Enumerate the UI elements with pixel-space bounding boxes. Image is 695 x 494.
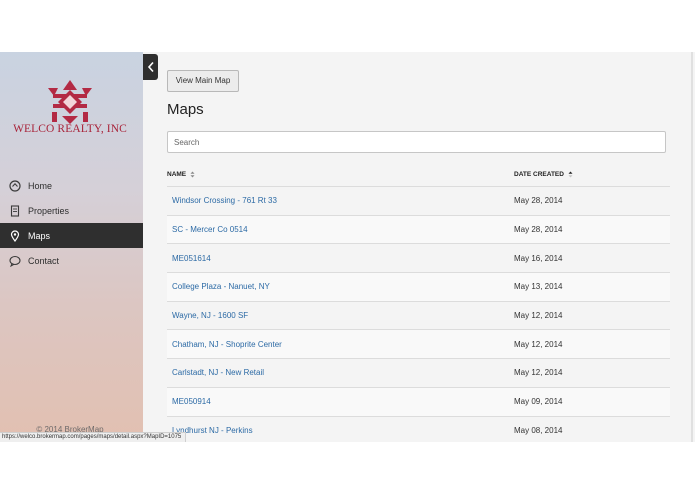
- map-name-link[interactable]: Lyndhurst NJ - Perkins: [167, 426, 514, 435]
- sidebar-item-home[interactable]: Home: [0, 173, 143, 198]
- sidebar-item-label: Home: [28, 180, 53, 191]
- column-header-date[interactable]: DATE CREATED: [514, 171, 573, 178]
- sidebar-item-maps[interactable]: Maps: [0, 223, 143, 248]
- date-created: May 12, 2014: [514, 368, 563, 378]
- table-row[interactable]: Wayne, NJ - 1600 SF May 12, 2014: [167, 301, 670, 331]
- logo-text: WELCO REALTY, INC: [13, 123, 127, 135]
- properties-icon: [9, 204, 21, 217]
- column-header-label: NAME: [167, 171, 187, 178]
- map-name-link[interactable]: SC - Mercer Co 0514: [167, 225, 514, 234]
- date-created: May 28, 2014: [514, 196, 563, 206]
- scrollbar[interactable]: [691, 52, 693, 442]
- map-name-link[interactable]: Wayne, NJ - 1600 SF: [167, 311, 514, 320]
- sidebar-item-label: Contact: [28, 255, 60, 266]
- sidebar: WELCO REALTY, INC Home Properties Maps C…: [0, 52, 143, 442]
- table-row[interactable]: ME050914 May 09, 2014: [167, 387, 670, 417]
- column-header-name[interactable]: NAME: [167, 171, 514, 178]
- map-pin-icon: [9, 229, 21, 242]
- welco-logo-icon: [48, 80, 92, 124]
- search-input[interactable]: [167, 131, 666, 153]
- map-name-link[interactable]: ME050914: [167, 397, 514, 406]
- sidebar-nav: Home Properties Maps Contact: [0, 173, 143, 273]
- date-created: May 09, 2014: [514, 397, 563, 407]
- table-row[interactable]: Carlstadt, NJ - New Retail May 12, 2014: [167, 359, 670, 388]
- date-created: May 12, 2014: [514, 339, 563, 349]
- logo[interactable]: WELCO REALTY, INC: [0, 78, 143, 138]
- sidebar-item-label: Properties: [28, 205, 70, 216]
- main-content: View Main Map Maps NAME DATE CREATED: [158, 52, 695, 442]
- view-main-map-button[interactable]: View Main Map: [167, 70, 239, 92]
- table-row[interactable]: Chatham, NJ - Shoprite Center May 12, 20…: [167, 330, 670, 360]
- sidebar-item-label: Maps: [28, 230, 51, 241]
- chat-icon: [9, 255, 21, 267]
- table-header: NAME DATE CREATED: [167, 163, 670, 187]
- map-name-link[interactable]: Carlstadt, NJ - New Retail: [167, 368, 514, 377]
- date-created: May 28, 2014: [514, 225, 563, 235]
- map-name-link[interactable]: ME051614: [167, 254, 514, 263]
- date-created: May 13, 2014: [514, 282, 563, 292]
- map-name-link[interactable]: Chatham, NJ - Shoprite Center: [167, 340, 514, 349]
- chevron-left-icon: [147, 61, 154, 73]
- date-created: May 12, 2014: [514, 311, 563, 321]
- map-name-link[interactable]: College Plaza - Nanuet, NY: [167, 282, 514, 291]
- app-window: WELCO REALTY, INC Home Properties Maps C…: [0, 52, 695, 442]
- date-created: May 08, 2014: [514, 425, 563, 435]
- link-status-bar: https://welco.brokermap.com/pages/maps/d…: [0, 432, 187, 442]
- sidebar-item-properties[interactable]: Properties: [0, 198, 143, 223]
- table-row[interactable]: Lyndhurst NJ - Perkins May 08, 2014: [167, 416, 670, 442]
- table-row[interactable]: Windsor Crossing - 761 Rt 33 May 28, 201…: [167, 187, 670, 216]
- sidebar-item-contact[interactable]: Contact: [0, 248, 143, 273]
- sidebar-collapse-button[interactable]: [143, 54, 158, 80]
- home-icon: [9, 179, 21, 192]
- page-title: Maps: [167, 101, 204, 118]
- column-header-label: DATE CREATED: [514, 171, 564, 178]
- date-created: May 16, 2014: [514, 253, 563, 263]
- sort-ascending-icon: [568, 171, 573, 178]
- maps-table: NAME DATE CREATED Windsor Crossing - 761…: [167, 163, 670, 442]
- table-row[interactable]: College Plaza - Nanuet, NY May 13, 2014: [167, 273, 670, 302]
- map-name-link[interactable]: Windsor Crossing - 761 Rt 33: [167, 196, 514, 205]
- table-row[interactable]: ME051614 May 16, 2014: [167, 244, 670, 274]
- sort-icon: [190, 171, 195, 178]
- table-row[interactable]: SC - Mercer Co 0514 May 28, 2014: [167, 215, 670, 245]
